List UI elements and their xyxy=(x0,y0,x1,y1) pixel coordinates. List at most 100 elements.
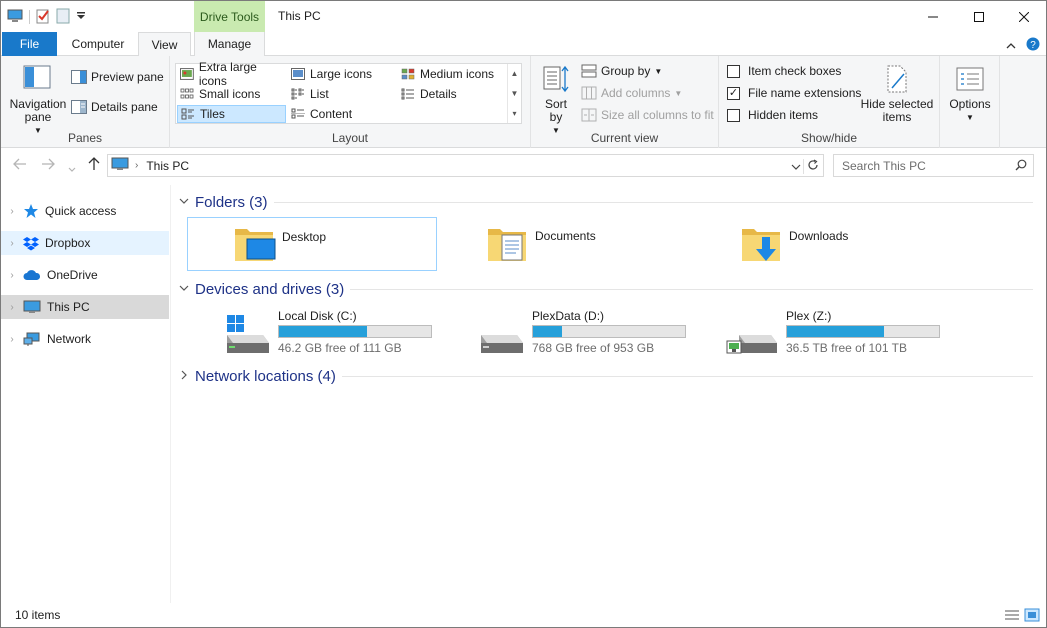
forward-arrow-icon[interactable] xyxy=(41,157,55,173)
layout-details[interactable]: Details xyxy=(398,85,506,103)
preview-pane-button[interactable]: Preview pane xyxy=(71,70,164,84)
folder-tile-desktop[interactable]: Desktop xyxy=(187,217,437,271)
details-view-icon[interactable] xyxy=(1004,608,1020,625)
maximize-button[interactable] xyxy=(956,1,1002,32)
layout-gallery-scroll[interactable]: ▲ ▼ ▾ xyxy=(507,64,521,123)
panes-group-label: Panes xyxy=(67,131,103,145)
size-columns-button[interactable]: Size all columns to fit xyxy=(581,108,714,122)
window-title: This PC xyxy=(278,9,321,23)
scroll-down-icon[interactable]: ▼ xyxy=(511,89,519,98)
hide-selected-items-button[interactable]: Hide selected items xyxy=(859,64,935,124)
computer-icon[interactable] xyxy=(7,9,23,26)
collapse-chevron-icon[interactable] xyxy=(173,284,195,295)
current-view-group-label: Current view xyxy=(590,131,659,145)
layout-gallery: Extra large icons Large icons Medium ico… xyxy=(175,60,522,124)
layout-tiles[interactable]: Tiles xyxy=(177,105,286,123)
preview-pane-icon xyxy=(71,70,87,84)
help-icon[interactable]: ? xyxy=(1026,37,1040,54)
scroll-up-icon[interactable]: ▲ xyxy=(511,69,519,78)
file-name-extensions-option[interactable]: ✓ File name extensions xyxy=(727,86,861,100)
close-button[interactable] xyxy=(1001,1,1046,32)
breadcrumb-separator-icon[interactable]: › xyxy=(135,160,138,171)
details-pane-button[interactable]: Details pane xyxy=(71,100,158,114)
expand-chevron-icon[interactable] xyxy=(173,370,195,383)
collapse-ribbon-icon[interactable] xyxy=(1006,39,1016,53)
show-hide-group: Item check boxes ✓ File name extensions … xyxy=(719,56,940,148)
large-icons-view-icon[interactable] xyxy=(1024,608,1040,625)
drive-tile-z[interactable]: Plex (Z:) 36.5 TB free of 101 TB xyxy=(681,309,940,361)
folder-name: Documents xyxy=(535,229,596,243)
folders-section-header[interactable]: Folders (3) xyxy=(173,191,1033,213)
back-arrow-icon[interactable] xyxy=(13,157,27,173)
sidebar-item-onedrive[interactable]: › OneDrive xyxy=(1,263,169,287)
folder-tile-downloads[interactable]: Downloads xyxy=(695,217,945,271)
close-icon xyxy=(1019,11,1029,22)
recent-locations-chevron-icon[interactable] xyxy=(68,160,76,176)
address-bar[interactable]: › This PC xyxy=(107,154,824,177)
sort-by-button[interactable]: Sort by ▼ xyxy=(539,64,573,137)
details-icon xyxy=(401,88,414,100)
tab-file[interactable]: File xyxy=(2,32,57,56)
expand-gallery-icon[interactable]: ▾ xyxy=(512,109,516,118)
navigation-pane-button[interactable]: Navigation pane ▼ xyxy=(7,64,69,137)
downloads-folder-icon xyxy=(739,221,785,267)
layout-extra-large-icons[interactable]: Extra large icons xyxy=(177,60,287,88)
separator xyxy=(29,10,30,24)
tab-computer[interactable]: Computer xyxy=(59,32,137,56)
expand-chevron-icon[interactable]: › xyxy=(1,334,23,345)
tab-manage[interactable]: Manage xyxy=(194,32,265,56)
drive-tile-d[interactable]: PlexData (D:) 768 GB free of 953 GB xyxy=(427,309,686,361)
minimize-button[interactable] xyxy=(910,1,956,32)
this-pc-icon xyxy=(111,157,129,174)
up-arrow-icon[interactable] xyxy=(88,157,100,174)
documents-folder-icon xyxy=(485,221,531,267)
item-check-boxes-checkbox[interactable] xyxy=(727,64,740,78)
sidebar-item-this-pc[interactable]: › This PC xyxy=(1,295,169,319)
dropbox-icon xyxy=(23,237,39,251)
hidden-items-checkbox[interactable] xyxy=(727,108,740,122)
hidden-items-option[interactable]: Hidden items xyxy=(727,108,818,122)
current-view-group: Sort by ▼ Group by ▼ Add columns ▼ Size … xyxy=(531,56,719,148)
properties-icon[interactable] xyxy=(36,8,50,27)
tab-view[interactable]: View xyxy=(138,32,191,57)
devices-section-header[interactable]: Devices and drives (3) xyxy=(173,278,1033,300)
expand-chevron-icon[interactable]: › xyxy=(1,270,23,281)
item-count: 10 items xyxy=(15,608,61,622)
search-input[interactable]: Search This PC xyxy=(842,159,926,173)
sidebar-item-network[interactable]: › Network xyxy=(1,327,169,351)
address-dropdown-icon[interactable] xyxy=(791,160,801,174)
dropdown-arrow-icon: ▼ xyxy=(654,66,663,76)
breadcrumb-this-pc[interactable]: This PC xyxy=(146,159,189,173)
layout-large-icons[interactable]: Large icons xyxy=(288,65,396,83)
options-button[interactable]: Options ▼ xyxy=(944,64,996,124)
drive-tile-c[interactable]: Local Disk (C:) 46.2 GB free of 111 GB xyxy=(173,309,432,361)
refresh-icon[interactable] xyxy=(803,159,819,174)
hidden-items-label: Hidden items xyxy=(748,108,819,122)
expand-chevron-icon[interactable]: › xyxy=(1,238,23,249)
collapse-chevron-icon[interactable] xyxy=(173,197,195,208)
layout-list[interactable]: List xyxy=(288,85,396,103)
details-pane-icon xyxy=(71,100,87,114)
item-check-boxes-option[interactable]: Item check boxes xyxy=(727,64,841,78)
desktop-folder-icon xyxy=(232,221,278,267)
expand-chevron-icon[interactable]: › xyxy=(1,206,23,217)
new-folder-icon[interactable] xyxy=(56,8,70,27)
sidebar-item-label: OneDrive xyxy=(47,268,98,282)
network-locations-section-header[interactable]: Network locations (4) xyxy=(173,365,1033,387)
group-by-button[interactable]: Group by ▼ xyxy=(581,64,662,78)
expand-chevron-icon[interactable]: › xyxy=(1,302,23,313)
layout-small-icons[interactable]: Small icons xyxy=(177,85,287,103)
options-group: Options ▼ xyxy=(940,56,1000,148)
file-name-extensions-checkbox[interactable]: ✓ xyxy=(727,86,740,100)
layout-item-label: Details xyxy=(420,87,457,101)
sidebar-item-dropbox[interactable]: › Dropbox xyxy=(1,231,169,255)
sidebar-item-quick-access[interactable]: › Quick access xyxy=(1,199,169,223)
search-box[interactable]: Search This PC xyxy=(833,154,1034,177)
search-icon[interactable] xyxy=(1015,159,1027,174)
layout-content[interactable]: Content xyxy=(288,105,396,123)
customize-toolbar-icon[interactable] xyxy=(76,10,86,24)
drive-name: Local Disk (C:) xyxy=(278,309,357,323)
layout-medium-icons[interactable]: Medium icons xyxy=(398,65,506,83)
folder-tile-documents[interactable]: Documents xyxy=(441,217,691,271)
add-columns-button[interactable]: Add columns ▼ xyxy=(581,86,682,100)
